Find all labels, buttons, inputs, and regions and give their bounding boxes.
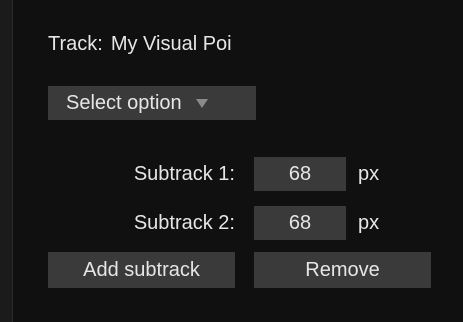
track-label: Track: [48,33,103,55]
option-select[interactable]: Select option [48,86,256,120]
subtrack-row-2: Subtrack 2: px [13,206,463,240]
subtrack-1-label: Subtrack 1: [133,162,235,185]
track-panel: Track: My Visual Poi Select option Subtra… [12,0,463,322]
option-select-label: Select option [66,91,182,114]
track-title: Track: My Visual Poi [48,30,232,58]
subtrack-1-input[interactable] [254,157,346,191]
subtrack-2-input[interactable] [254,206,346,240]
caret-down-icon [195,98,208,108]
add-subtrack-button[interactable]: Add subtrack [48,252,235,288]
subtrack-row-1: Subtrack 1: px [13,157,463,191]
subtrack-1-unit: px [358,163,380,185]
subtrack-2-unit: px [358,212,380,234]
subtrack-2-label: Subtrack 2: [133,211,235,234]
track-name: My Visual Poi [110,33,232,55]
remove-button[interactable]: Remove [254,252,431,288]
